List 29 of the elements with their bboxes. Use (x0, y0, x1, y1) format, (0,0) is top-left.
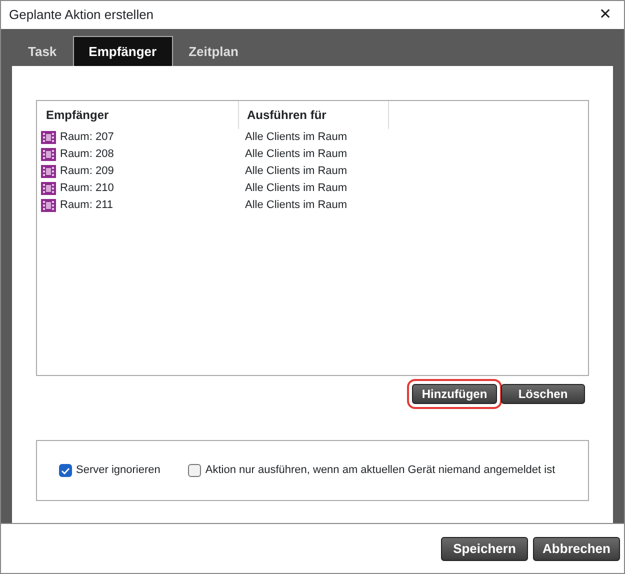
table-cell-text: Alle Clients im Raum (244, 164, 348, 180)
cancel-button[interactable]: Abbrechen (533, 536, 620, 560)
table-cell-text: Alle Clients im Raum (244, 181, 348, 196)
tab[interactable]: Task (12, 36, 73, 66)
table-cell-text: Raum: 210 (60, 181, 114, 196)
checkbox-label: Server ignorieren (76, 463, 160, 478)
room-icon (41, 131, 56, 144)
room-icon (41, 165, 56, 178)
tab[interactable]: Empfänger (72, 36, 173, 66)
checkbox[interactable] (59, 464, 72, 477)
close-button[interactable]: ✕ (595, 4, 616, 26)
room-icon (41, 148, 56, 161)
table-cell-text: Alle Clients im Raum (244, 198, 348, 214)
column-header[interactable]: Ausführen für (239, 101, 389, 129)
delete-button[interactable]: Löschen (501, 384, 585, 404)
table-cell-text: Raum: 207 (60, 130, 114, 146)
checkbox[interactable] (188, 464, 202, 477)
table-cell-text: Alle Clients im Raum (244, 147, 348, 162)
room-icon (41, 182, 56, 195)
table-cell-text: Alle Clients im Raum (244, 130, 348, 146)
tab[interactable]: Zeitplan (172, 36, 254, 66)
window-title: Geplante Aktion erstellen (9, 6, 154, 24)
table-cell-text: Raum: 211 (60, 198, 113, 214)
column-header[interactable]: Empfänger (37, 101, 239, 129)
table-cell-text: Raum: 209 (60, 164, 114, 180)
save-button[interactable]: Speichern (441, 536, 528, 560)
room-icon (41, 199, 56, 212)
checkbox-label: Aktion nur ausführen, wenn am aktuellen Gerät niemand angemeldet ist (205, 463, 556, 478)
table-cell-text: Raum: 208 (60, 147, 114, 162)
